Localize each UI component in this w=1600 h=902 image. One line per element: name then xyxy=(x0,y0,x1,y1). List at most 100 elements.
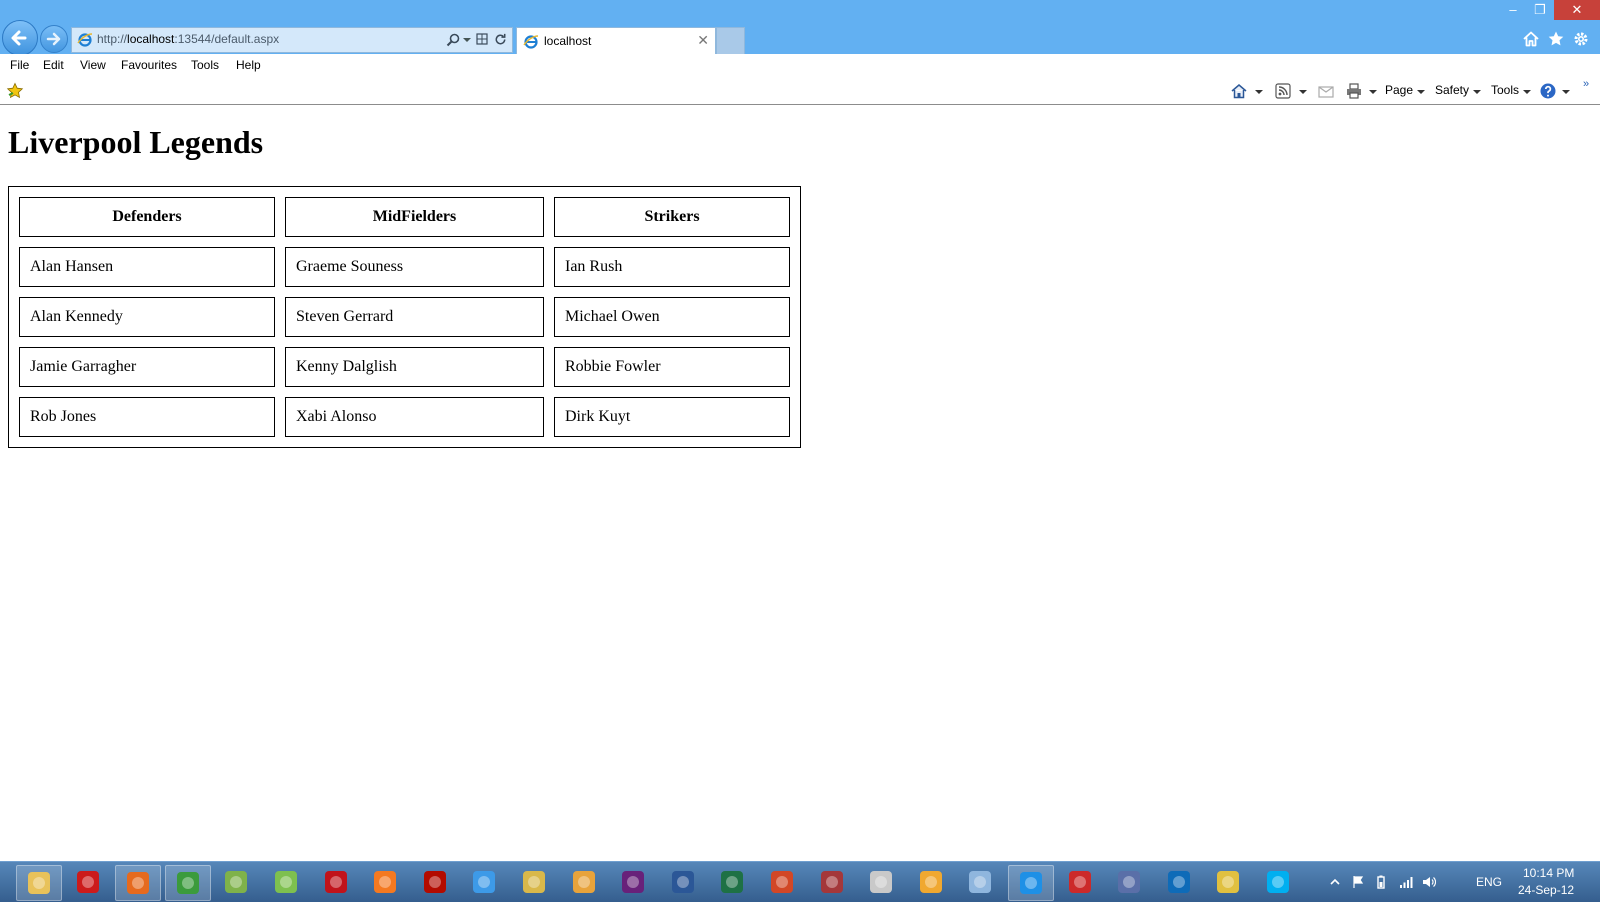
toolbar-overflow-icon[interactable]: » xyxy=(1583,78,1589,90)
opera-icon xyxy=(77,871,99,893)
search-icon[interactable] xyxy=(445,32,461,48)
taskbar-app-remote-desktop[interactable] xyxy=(958,865,1002,899)
legends-table: Defenders MidFielders Strikers Alan Hans… xyxy=(8,186,801,448)
show-hidden-icons-icon[interactable] xyxy=(1328,875,1342,889)
tools-menu-button[interactable]: Tools xyxy=(1491,83,1519,97)
taskbar-app-scanner[interactable] xyxy=(859,865,903,899)
address-url[interactable]: http://localhost:13544/default.aspx xyxy=(97,32,279,46)
media-player-icon xyxy=(374,871,396,893)
url-scheme: http:// xyxy=(97,32,128,46)
snipping-tool-icon xyxy=(1069,871,1091,893)
taskbar-app-excel[interactable] xyxy=(710,865,754,899)
taskbar-app-notepad-plus[interactable] xyxy=(264,865,308,899)
page-dropdown-icon[interactable] xyxy=(1417,90,1425,94)
taskbar-app-acrobat[interactable] xyxy=(413,865,457,899)
taskbar-app-media-player[interactable] xyxy=(363,865,407,899)
home-dropdown-icon[interactable] xyxy=(1255,90,1263,94)
taskbar-app-word[interactable] xyxy=(661,865,705,899)
palette-icon xyxy=(920,871,942,893)
taskbar-app-file-explorer[interactable] xyxy=(16,865,62,901)
help-icon[interactable] xyxy=(1539,82,1557,100)
table-cell: Alan Hansen xyxy=(19,247,275,287)
taskbar-app-opera[interactable] xyxy=(66,865,110,899)
taskbar-app-palette[interactable] xyxy=(909,865,953,899)
feeds-icon[interactable] xyxy=(1274,82,1292,100)
taskbar-app-access[interactable] xyxy=(810,865,854,899)
access-icon xyxy=(821,871,843,893)
feeds-dropdown-icon[interactable] xyxy=(1299,90,1307,94)
visual-studio-icon xyxy=(622,871,644,893)
menu-help[interactable]: Help xyxy=(236,58,261,72)
menu-file[interactable]: File xyxy=(10,58,29,72)
table-cell: Michael Owen xyxy=(554,297,790,337)
header-defenders: Defenders xyxy=(19,197,275,237)
taskbar-app-skype[interactable] xyxy=(1256,865,1300,899)
page-title: Liverpool Legends xyxy=(8,124,264,160)
taskbar-app-outlook[interactable] xyxy=(562,865,606,899)
restore-icon[interactable]: ❐ xyxy=(1527,0,1553,20)
outlook-icon xyxy=(573,871,595,893)
minimize-icon[interactable]: – xyxy=(1500,0,1526,20)
header-midfielders: MidFielders xyxy=(285,197,544,237)
address-bar[interactable]: http://localhost:13544/default.aspx xyxy=(71,27,513,53)
taskbar-app-chrome[interactable] xyxy=(165,865,211,901)
dropbox-icon xyxy=(473,871,495,893)
clock-date[interactable]: 24-Sep-12 xyxy=(1518,883,1574,897)
taskbar-app-filezilla[interactable] xyxy=(314,865,358,899)
home-page-icon[interactable] xyxy=(1230,82,1248,100)
taskbar-app-sketch[interactable] xyxy=(1107,865,1151,899)
tab-title: localhost xyxy=(544,34,592,48)
forward-button[interactable] xyxy=(40,25,68,53)
help-dropdown-icon[interactable] xyxy=(1562,90,1570,94)
safety-menu-button[interactable]: Safety xyxy=(1435,83,1469,97)
tab-localhost[interactable]: localhost ✕ xyxy=(516,27,716,55)
print-icon[interactable] xyxy=(1345,82,1363,100)
new-tab-button[interactable] xyxy=(716,27,745,55)
tools-icon xyxy=(523,871,545,893)
page-menu-button[interactable]: Page xyxy=(1385,83,1413,97)
action-center-flag-icon[interactable] xyxy=(1351,875,1365,889)
tools-dropdown-icon[interactable] xyxy=(1523,90,1531,94)
taskbar-app-dropbox[interactable] xyxy=(462,865,506,899)
safety-dropdown-icon[interactable] xyxy=(1473,90,1481,94)
url-path: :13544/default.aspx xyxy=(174,32,280,46)
close-window-icon[interactable]: ✕ xyxy=(1554,0,1600,20)
back-button[interactable] xyxy=(2,20,38,56)
network-signal-icon[interactable] xyxy=(1399,875,1413,889)
gear-icon[interactable] xyxy=(1572,30,1590,48)
power-icon[interactable] xyxy=(1374,875,1388,889)
table-row: Alan Kennedy Steven Gerrard Michael Owen xyxy=(19,297,790,337)
remote-desktop-icon xyxy=(969,871,991,893)
menu-view[interactable]: View xyxy=(80,58,106,72)
input-language[interactable]: ENG xyxy=(1476,875,1502,889)
taskbar-app-visual-studio[interactable] xyxy=(611,865,655,899)
menu-favourites[interactable]: Favourites xyxy=(121,58,177,72)
clock-time[interactable]: 10:14 PM xyxy=(1523,866,1574,880)
refresh-icon[interactable] xyxy=(493,32,508,47)
taskbar-app-tools[interactable] xyxy=(512,865,556,899)
taskbar-app-firefox[interactable] xyxy=(115,865,161,901)
close-tab-icon[interactable]: ✕ xyxy=(697,33,709,47)
menu-edit[interactable]: Edit xyxy=(43,58,64,72)
compatibility-view-icon[interactable] xyxy=(476,33,488,45)
table-row: Alan Hansen Graeme Souness Ian Rush xyxy=(19,247,790,287)
home-icon[interactable] xyxy=(1522,30,1540,48)
browser-titlebar: http://localhost:13544/default.aspx loca… xyxy=(0,0,1600,56)
taskbar-app-paint[interactable] xyxy=(214,865,258,899)
add-to-favourites-bar-icon[interactable] xyxy=(6,82,24,100)
chevron-down-icon[interactable] xyxy=(463,38,471,42)
taskbar-app-internet-explorer[interactable] xyxy=(1008,865,1054,901)
menu-tools[interactable]: Tools xyxy=(191,58,219,72)
table-cell: Steven Gerrard xyxy=(285,297,544,337)
taskbar: ENG 10:14 PM 24-Sep-12 xyxy=(0,861,1600,902)
forward-arrow-icon xyxy=(46,32,61,46)
taskbar-app-powerpoint[interactable] xyxy=(760,865,804,899)
favourites-star-icon[interactable] xyxy=(1547,30,1565,48)
command-bar: Page Safety Tools » xyxy=(0,78,1600,105)
volume-icon[interactable] xyxy=(1422,875,1436,889)
taskbar-app-snipping-tool[interactable] xyxy=(1058,865,1102,899)
read-mail-icon[interactable] xyxy=(1317,82,1335,100)
taskbar-app-teamviewer[interactable] xyxy=(1157,865,1201,899)
print-dropdown-icon[interactable] xyxy=(1369,90,1377,94)
taskbar-app-settings-tools[interactable] xyxy=(1206,865,1250,899)
